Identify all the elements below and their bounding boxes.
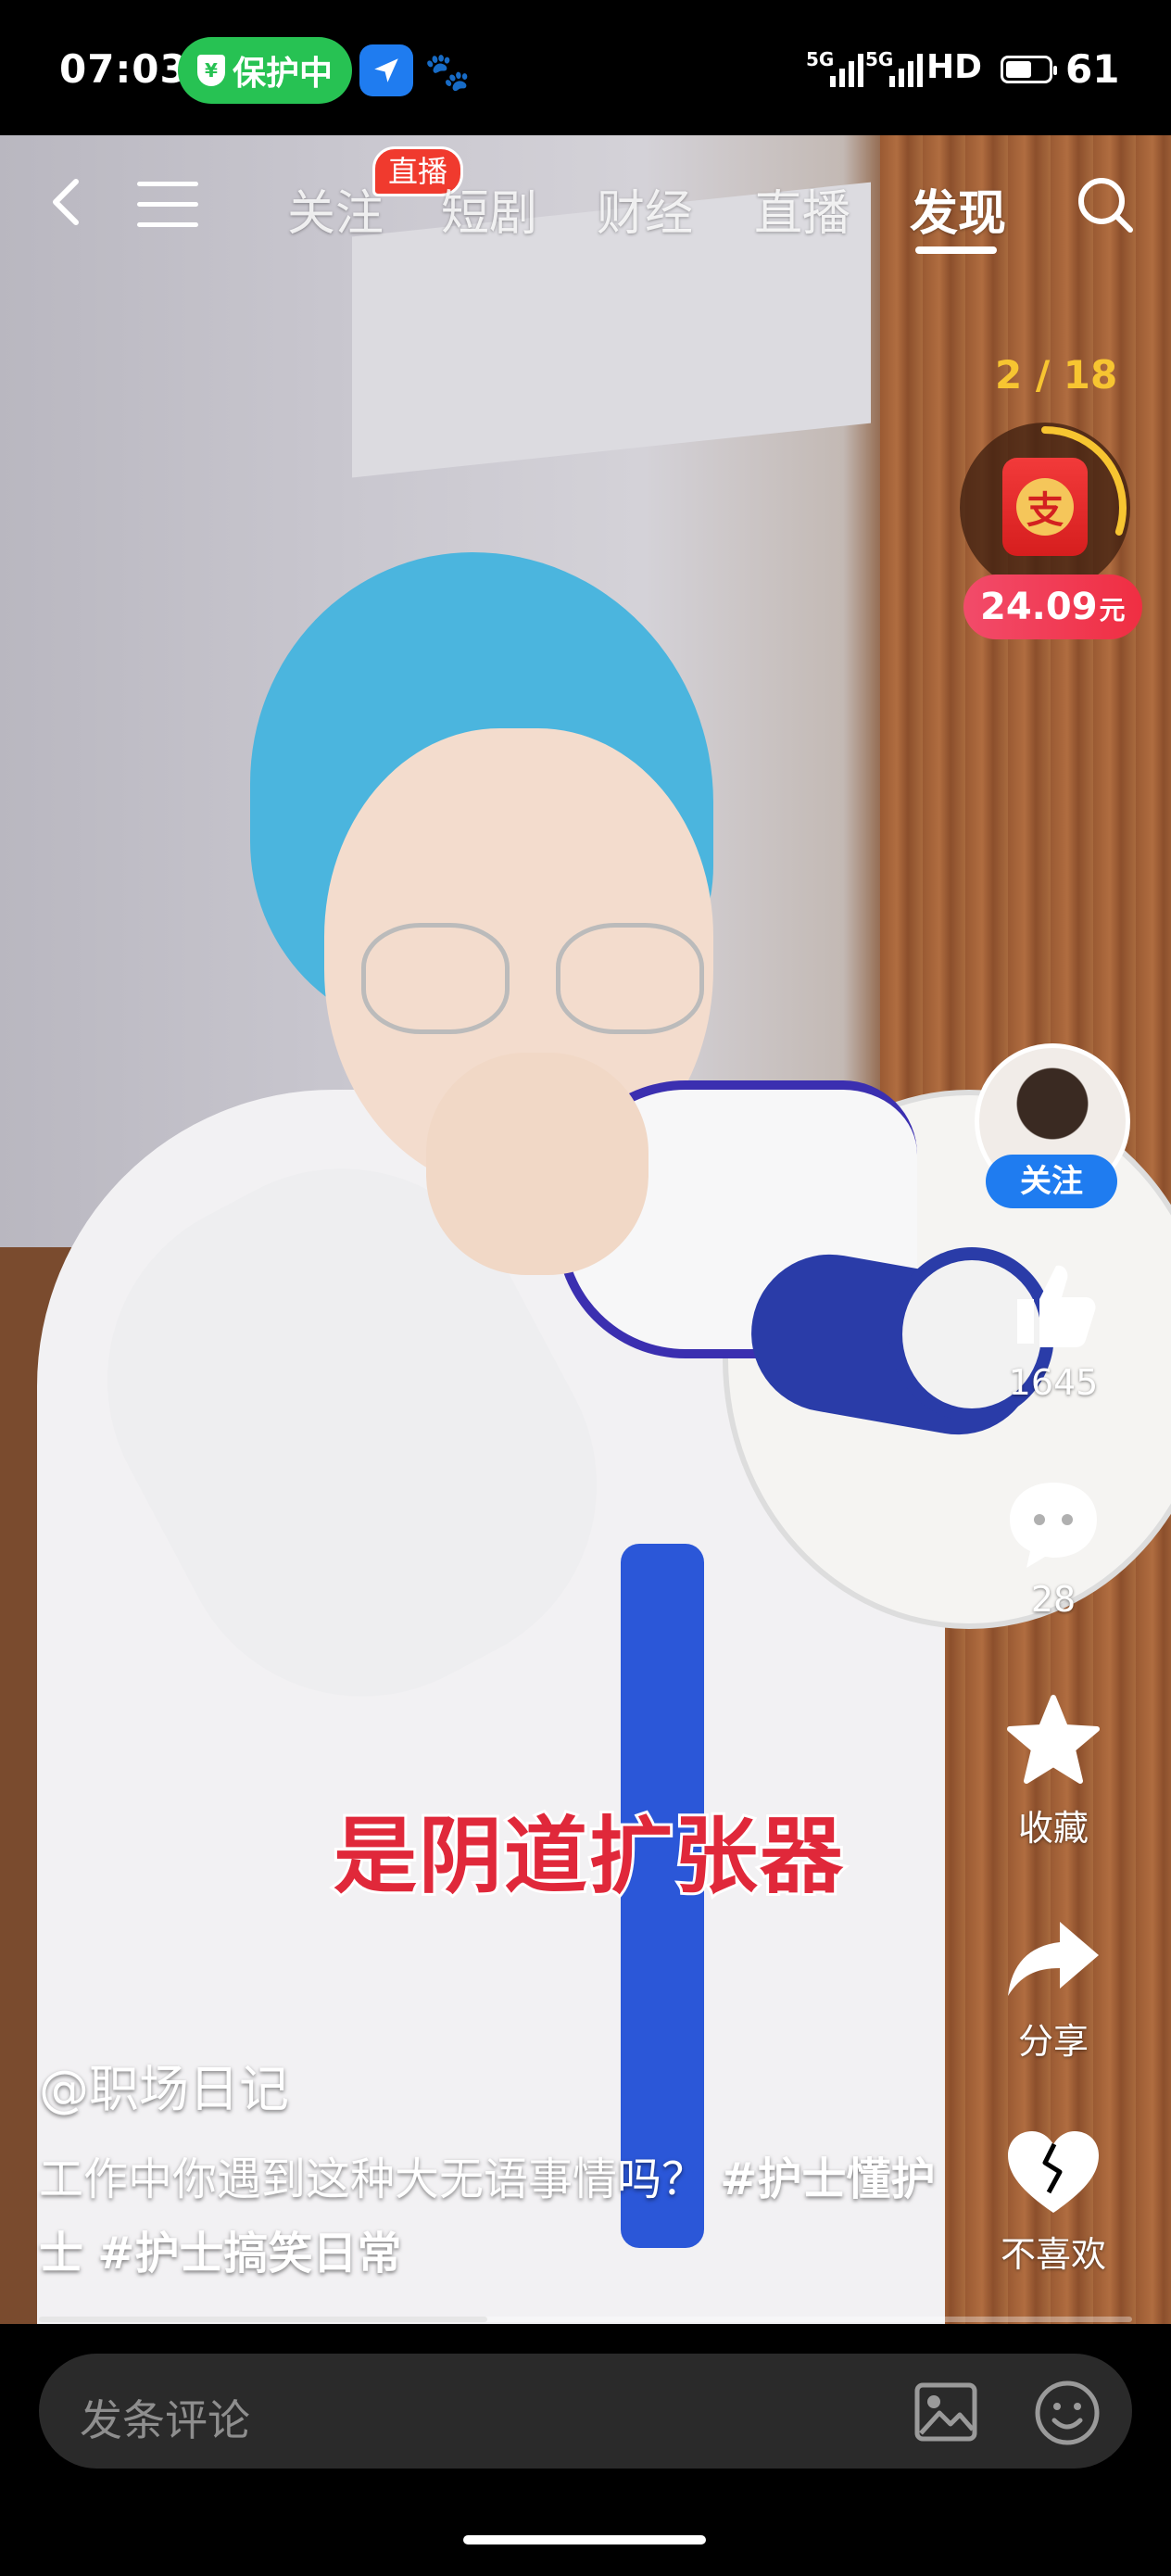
comment-placeholder: 发条评论	[80, 2395, 250, 2445]
reward-amount[interactable]: 24.09 元	[963, 575, 1142, 639]
description-text: 工作中你遇到这种大无语事情吗？	[39, 2153, 707, 2205]
comment-input[interactable]: 发条评论	[39, 2354, 1132, 2469]
author-name[interactable]: @职场日记	[39, 2048, 289, 2121]
battery-percent: 61	[1065, 46, 1120, 92]
video-progress-fill	[39, 2317, 487, 2322]
tab-discover[interactable]: 发现	[910, 174, 1006, 244]
hashtag-2[interactable]: #护士搞笑日常	[97, 2228, 401, 2279]
star-icon	[1007, 1695, 1100, 1784]
thumbs-up-icon	[1017, 1265, 1096, 1347]
video-progress-bar[interactable]	[39, 2317, 1132, 2322]
tab-short-drama[interactable]: 短剧	[441, 174, 537, 244]
share-button[interactable]: 分享	[991, 1913, 1115, 2064]
comment-button[interactable]: 28	[991, 1475, 1115, 1620]
favorite-button[interactable]: 收藏	[991, 1690, 1115, 1850]
status-bar: 07:03 ¥ 保护中 🐾 5G 5G HD 61	[0, 0, 1171, 135]
search-icon[interactable]	[1073, 172, 1138, 237]
follow-button[interactable]: 关注	[986, 1155, 1117, 1208]
navigation-arrow-icon	[359, 44, 413, 96]
shield-icon: ¥	[196, 55, 225, 86]
like-button[interactable]: 1645	[991, 1253, 1115, 1403]
video-description: 工作中你遇到这种大无语事情吗？ #护士懂护士 #护士搞笑日常	[39, 2142, 965, 2291]
comment-count: 28	[1030, 1579, 1077, 1620]
dislike-button[interactable]: 不喜欢	[991, 2126, 1115, 2277]
tab-live[interactable]: 直播	[754, 174, 850, 244]
protection-badge[interactable]: ¥ 保护中	[178, 37, 352, 104]
red-packet-icon[interactable]: 支	[1002, 458, 1088, 556]
home-indicator[interactable]	[463, 2535, 706, 2544]
hand	[426, 1053, 648, 1275]
video-subtitle: 是阴道扩张器	[331, 1805, 846, 1908]
favorite-label: 收藏	[1017, 1808, 1089, 1849]
signal-icon	[830, 54, 863, 87]
battery-icon	[1001, 56, 1057, 83]
reward-amount-value: 24.09	[980, 586, 1098, 628]
tab-follow[interactable]: 关注	[287, 174, 384, 244]
dislike-label: 不喜欢	[1000, 2234, 1106, 2275]
tab-finance[interactable]: 财经	[597, 174, 693, 244]
top-nav: 关注 直播 短剧 财经 直播 发现	[0, 135, 1171, 274]
active-tab-indicator	[915, 246, 997, 254]
signal-icon-2	[889, 54, 923, 87]
protection-label: 保护中	[232, 55, 333, 93]
comment-bubble-icon	[1010, 1483, 1097, 1568]
image-icon[interactable]	[913, 2381, 978, 2443]
glasses-right	[556, 923, 704, 1034]
back-arrow-icon[interactable]	[41, 174, 96, 230]
share-arrow-icon	[1008, 1922, 1099, 1996]
paw-icon: 🐾	[424, 51, 471, 94]
reward-count: 2 / 18	[995, 352, 1118, 398]
status-time: 07:03	[59, 46, 188, 92]
like-count: 1645	[1008, 1362, 1099, 1403]
broken-heart-icon	[1008, 2131, 1099, 2213]
hd-label: HD	[926, 48, 983, 86]
menu-icon[interactable]	[137, 182, 198, 228]
share-label: 分享	[1017, 2021, 1089, 2062]
emoji-icon[interactable]	[1034, 2380, 1101, 2446]
reward-unit: 元	[1099, 595, 1126, 625]
glasses-left	[361, 923, 510, 1034]
alipay-char: 支	[1016, 478, 1074, 536]
